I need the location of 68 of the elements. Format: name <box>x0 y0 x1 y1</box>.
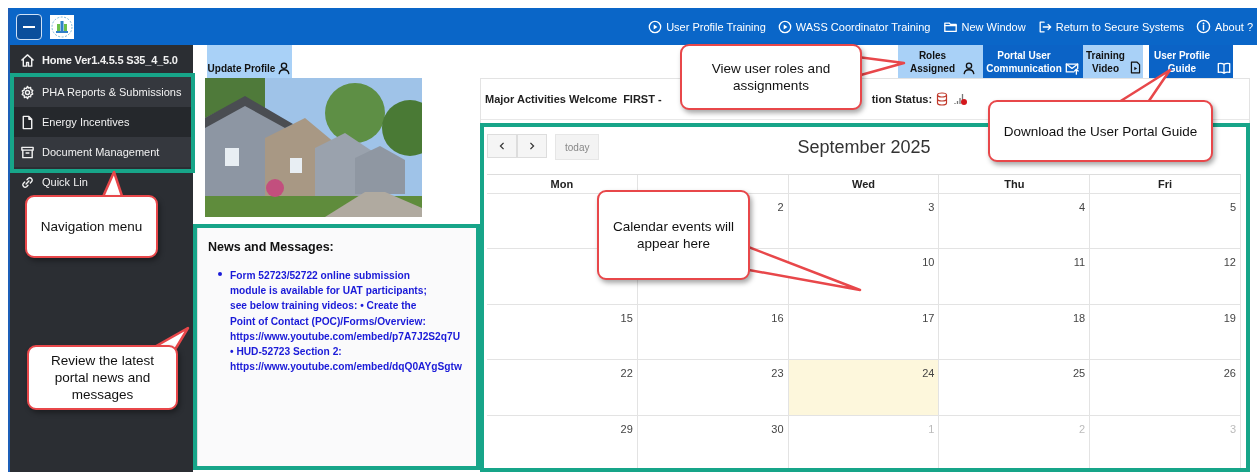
day-number: 25 <box>1072 367 1086 380</box>
top-bar-link[interactable]: User Profile Training <box>648 19 766 34</box>
day-number: 18 <box>1072 311 1086 324</box>
exit-icon <box>1037 19 1052 34</box>
status-label: tion Status: <box>871 93 933 105</box>
play-icon <box>648 19 663 34</box>
day-number: 3 <box>1229 422 1236 435</box>
top-bar-link[interactable]: About ? <box>1196 19 1253 34</box>
day-header: Wed <box>788 175 940 194</box>
day-number: 26 <box>1223 367 1236 380</box>
play-icon <box>777 19 792 34</box>
action-button[interactable]: Portal User Communication <box>983 45 1083 78</box>
previous-button[interactable] <box>487 134 517 158</box>
day-number: 2 <box>1079 422 1086 435</box>
top-bar-link[interactable]: Return to Secure Systems <box>1037 19 1185 34</box>
document-icon <box>20 114 35 130</box>
day-number: 16 <box>771 311 784 324</box>
user-icon <box>277 61 292 75</box>
day-number: 5 <box>1229 201 1236 213</box>
day-number: 29 <box>620 422 633 435</box>
day-number: 17 <box>922 311 935 324</box>
home-icon <box>20 52 35 68</box>
action-button[interactable]: User Profile Guide <box>1149 45 1233 78</box>
action-button[interactable]: Roles Assigned <box>898 45 983 78</box>
day-number: 12 <box>1223 256 1236 269</box>
day-number: 23 <box>771 367 784 380</box>
menu-button[interactable] <box>16 13 42 40</box>
news-message[interactable]: Form 52723/52722 online submission module is available for UAT participants; see below training videos: • Create the Point of Contact (POC)/Forms/Overview: https://www.youtube.com/embed/p7A7J2S2q7U • HUD-52723 Section 2: https://www.youtube.com/embed/dqQ0AYgSgtw <box>230 268 462 375</box>
day-number: 11 <box>1073 256 1086 269</box>
day-number: 4 <box>1079 201 1086 213</box>
minus-icon <box>23 25 35 28</box>
news-title: News and Messages: <box>208 240 335 254</box>
action-button[interactable]: Training Video <box>1083 45 1143 78</box>
day-number: 3 <box>928 201 935 213</box>
book-icon <box>1216 61 1232 75</box>
day-number: 30 <box>771 422 784 435</box>
video-file-icon <box>1128 60 1142 75</box>
callout: View user roles and assignments <box>680 44 862 110</box>
callout: Calendar events will appear here <box>597 190 750 280</box>
day-number: 15 <box>620 311 633 324</box>
bullet-icon <box>218 272 222 276</box>
day-number: 22 <box>620 367 633 380</box>
day-number: 10 <box>922 256 935 269</box>
gear-icon <box>20 84 35 100</box>
folder-icon <box>942 19 958 34</box>
logo-icon <box>51 15 73 38</box>
signal-icon <box>954 92 969 106</box>
top-bar-link[interactable]: New Window <box>942 19 1026 34</box>
welcome-text: Major Activities Welcome FIRST - <box>485 93 662 105</box>
action-button[interactable]: Update Profile <box>207 45 292 78</box>
day-number: 1 <box>928 422 935 435</box>
day-header: Thu <box>939 175 1091 194</box>
day-number: 19 <box>1223 311 1236 324</box>
day-number: 24 <box>922 367 935 380</box>
calendar-title: September 2025 <box>797 136 931 158</box>
sidebar-item[interactable]: Home Ver1.4.5.5 S35_4_5.0 <box>10 49 193 71</box>
database-icon <box>936 92 949 106</box>
day-number: 2 <box>777 201 784 213</box>
chevron-right-icon <box>527 141 537 151</box>
top-bar-link[interactable]: WASS Coordinator Training <box>777 19 931 34</box>
day-header: Fri <box>1090 175 1241 194</box>
chevron-left-icon <box>497 141 507 151</box>
info-icon <box>1196 19 1212 34</box>
link-icon <box>20 174 35 190</box>
mail-icon <box>1064 61 1080 75</box>
next-button[interactable] <box>517 134 547 158</box>
archive-icon <box>20 144 35 160</box>
user-icon <box>961 61 976 75</box>
